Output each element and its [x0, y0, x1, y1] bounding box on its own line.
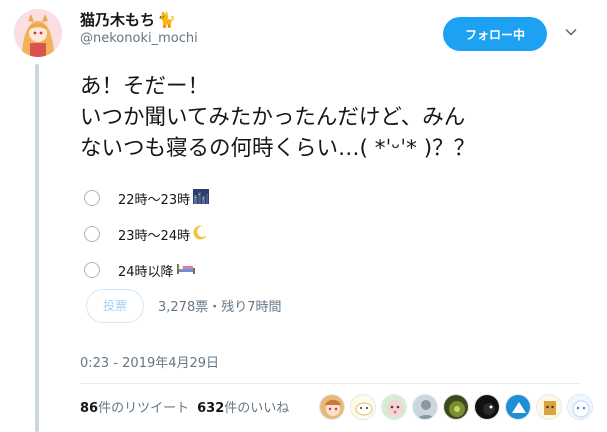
like-label: 件のいいね — [224, 401, 290, 416]
retweet-stat[interactable]: 86件のリツイート — [80, 401, 189, 416]
thread-line — [35, 64, 39, 432]
display-name-text: 猫乃木もち — [80, 11, 156, 29]
divider — [80, 383, 580, 384]
liker-avatar[interactable] — [567, 394, 593, 420]
following-button[interactable]: フォロー中 — [443, 17, 547, 51]
night-city-icon — [193, 188, 210, 208]
liker-avatars — [319, 394, 598, 420]
poll-option-2[interactable]: 23時〜24時 — [82, 216, 209, 252]
liker-avatar[interactable] — [381, 394, 407, 420]
poll-option-label: 22時〜23時 — [118, 192, 191, 208]
poll-meta: 3,278票・残り7時間 — [158, 300, 282, 315]
avatar[interactable] — [14, 9, 62, 57]
liker-avatar[interactable] — [536, 394, 562, 420]
cat-icon: 🐈 — [157, 11, 176, 29]
radio-button[interactable] — [84, 226, 100, 242]
vote-button[interactable]: 投票 — [86, 289, 144, 323]
liker-avatar[interactable] — [412, 394, 438, 420]
poll-option-3[interactable]: 24時以降 — [82, 252, 209, 288]
user-handle[interactable]: @nekonoki_mochi — [80, 30, 198, 48]
poll-option-label: 23時〜24時 — [118, 228, 191, 244]
tweet-timestamp[interactable]: 0:23 - 2019年4月29日 — [80, 352, 219, 371]
user-name-block: 猫乃木もち 🐈 @nekonoki_mochi — [80, 10, 198, 48]
liker-avatar[interactable] — [505, 394, 531, 420]
crescent-moon-icon — [193, 225, 208, 244]
tweet-text: あ！そだー！ いつか聞いてみたかったんだけど、みん ないつも寝るの何時くらい…(… — [80, 74, 476, 161]
like-stat[interactable]: 632件のいいね — [197, 401, 289, 416]
liker-avatar[interactable] — [350, 394, 376, 420]
liker-avatar[interactable] — [443, 394, 469, 420]
retweet-label: 件のリツイート — [98, 401, 190, 416]
poll-option-1[interactable]: 22時〜23時 — [82, 180, 210, 216]
display-name[interactable]: 猫乃木もち 🐈 — [80, 10, 198, 30]
liker-avatar[interactable] — [319, 394, 345, 420]
like-count: 632 — [197, 401, 225, 416]
radio-button[interactable] — [84, 262, 100, 278]
bed-icon — [176, 262, 195, 278]
chevron-down-icon[interactable] — [565, 26, 577, 38]
poll-option-label: 24時以降 — [118, 264, 174, 280]
radio-button[interactable] — [84, 190, 100, 206]
retweet-count: 86 — [80, 401, 99, 416]
poll: 22時〜23時 23時〜24時 24時以降 — [82, 180, 210, 288]
tweet-stats: 86件のリツイート 632件のいいね — [80, 397, 289, 416]
liker-avatar[interactable] — [474, 394, 500, 420]
